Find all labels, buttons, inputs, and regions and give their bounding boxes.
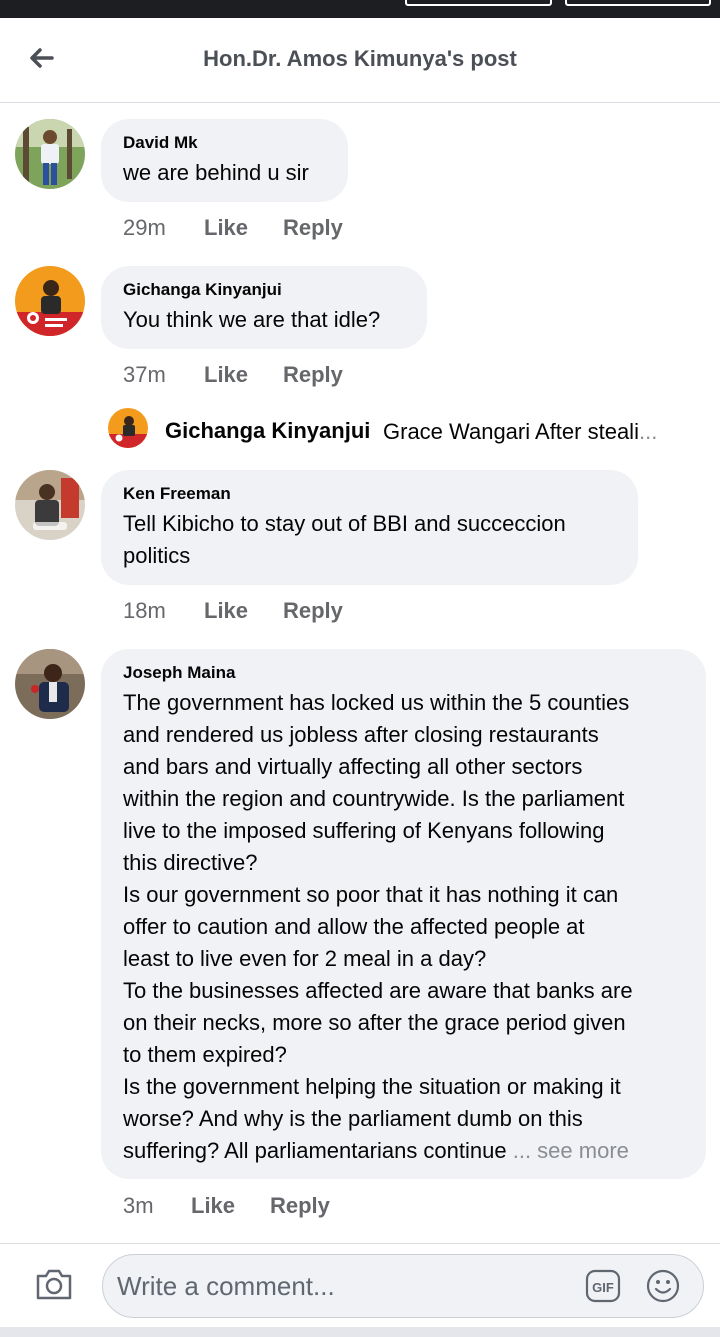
comment-input-placeholder: Write a comment... xyxy=(117,1271,335,1301)
comment-line: To the businesses affected are aware tha… xyxy=(123,978,633,1003)
avatar[interactable] xyxy=(108,408,148,448)
reply-snippet: Grace Wangari After steali... xyxy=(383,419,657,445)
comment-line: offer to caution and allow the affected … xyxy=(123,914,585,939)
comment-line: worse? And why is the parliament dumb on… xyxy=(123,1106,583,1131)
status-pill xyxy=(565,0,711,6)
comment-text: The government has locked us within the … xyxy=(123,687,684,1167)
comment-time: 18m xyxy=(123,598,166,623)
comment-bubble[interactable]: Ken Freeman Tell Kibicho to stay out of … xyxy=(101,470,638,585)
comment-line: Is our government so poor that it has no… xyxy=(123,882,619,907)
comment-bubble[interactable]: Joseph Maina The government has locked u… xyxy=(101,649,706,1179)
comment-text: You think we are that idle? xyxy=(123,307,381,332)
comment-text: Tell Kibicho to stay out of BBI and succ… xyxy=(123,511,566,568)
smiley-icon[interactable] xyxy=(645,1268,681,1304)
comment-time: 3m xyxy=(123,1193,154,1218)
reply-author[interactable]: Gichanga Kinyanjui xyxy=(165,418,370,444)
like-button[interactable]: Like xyxy=(204,598,248,624)
comment-line-last: suffering? All parliamentarians continue… xyxy=(123,1135,684,1167)
comment-composer: Write a comment... GIF xyxy=(0,1243,720,1327)
page-title: Hon.Dr. Amos Kimunya's post xyxy=(203,46,517,71)
comment-line: least to live even for 2 meal in a day? xyxy=(123,946,487,971)
comment-line: and rendered us jobless after closing re… xyxy=(123,722,599,747)
status-pill xyxy=(405,0,552,6)
comment-time: 37m xyxy=(123,362,166,387)
reply-ellipsis: ... xyxy=(638,419,658,444)
comment-line: and bars and virtually affecting all oth… xyxy=(123,754,583,779)
comment-line: this directive? xyxy=(123,850,258,875)
comment-input[interactable]: Write a comment... GIF xyxy=(102,1254,704,1318)
avatar[interactable] xyxy=(15,649,85,719)
comment-line: live to the imposed suffering of Kenyans… xyxy=(123,818,605,843)
comment-line: suffering? All parliamentarians continue xyxy=(123,1138,507,1163)
status-bar xyxy=(0,0,720,18)
comment-line: Is the government helping the situation … xyxy=(123,1074,621,1099)
reply-preview[interactable]: Gichanga Kinyanjui Grace Wangari After s… xyxy=(108,408,708,448)
comment-line: The government has locked us within the … xyxy=(123,690,630,715)
comment-bubble[interactable]: David Mk we are behind u sir xyxy=(101,119,348,202)
like-button[interactable]: Like xyxy=(204,362,248,388)
comment-actions: 18m Like Reply xyxy=(0,598,720,628)
see-more-link[interactable]: ... see more xyxy=(513,1138,629,1163)
avatar[interactable] xyxy=(15,119,85,189)
reply-snippet-text: Grace Wangari After steali xyxy=(383,419,639,444)
comment-author[interactable]: Ken Freeman xyxy=(123,484,616,504)
comment-bubble[interactable]: Gichanga Kinyanjui You think we are that… xyxy=(101,266,427,349)
reply-button[interactable]: Reply xyxy=(270,1193,330,1219)
comment-author[interactable]: Joseph Maina xyxy=(123,663,684,683)
comment-actions: 3m Like Reply xyxy=(0,1193,720,1223)
comment-line: within the region and countrywide. Is th… xyxy=(123,786,625,811)
comment-line: on their necks, more so after the grace … xyxy=(123,1010,626,1035)
camera-icon[interactable] xyxy=(34,1266,74,1302)
comment-author[interactable]: Gichanga Kinyanjui xyxy=(123,280,405,300)
system-nav-bar xyxy=(0,1327,720,1337)
comment-text: we are behind u sir xyxy=(123,160,309,185)
reply-button[interactable]: Reply xyxy=(283,598,343,624)
gif-icon[interactable]: GIF xyxy=(585,1269,621,1303)
comment-time: 29m xyxy=(123,215,166,240)
like-button[interactable]: Like xyxy=(204,215,248,241)
avatar[interactable] xyxy=(15,470,85,540)
comment-actions: 29m Like Reply xyxy=(0,215,720,245)
gif-label: GIF xyxy=(592,1280,614,1295)
reply-button[interactable]: Reply xyxy=(283,362,343,388)
comment-author[interactable]: David Mk xyxy=(123,133,326,153)
comment-actions: 37m Like Reply xyxy=(0,362,720,392)
post-header: Hon.Dr. Amos Kimunya's post xyxy=(0,18,720,103)
comment-line: to them expired? xyxy=(123,1042,287,1067)
reply-button[interactable]: Reply xyxy=(283,215,343,241)
like-button[interactable]: Like xyxy=(191,1193,235,1219)
avatar[interactable] xyxy=(15,266,85,336)
